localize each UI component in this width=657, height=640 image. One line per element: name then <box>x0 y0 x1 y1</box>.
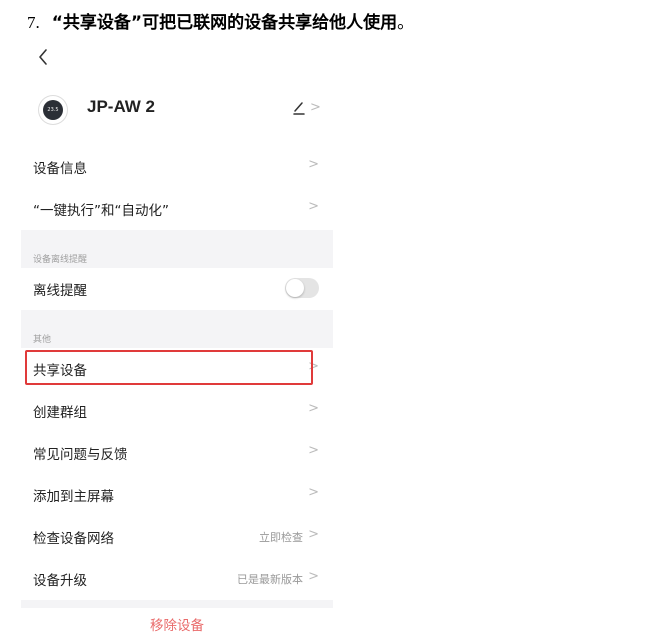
chevron-right-icon: > <box>308 443 319 458</box>
pencil-icon[interactable] <box>292 100 306 116</box>
toggle-knob <box>286 279 304 297</box>
row-label: 添加到主屏幕 <box>33 489 114 505</box>
step-text: “共享设备”可把已联网的设备共享给他人使用 <box>51 13 398 33</box>
row-scenes-automation[interactable]: “一键执行”和“自动化” > <box>21 188 333 230</box>
row-create-group[interactable]: 创建群组 > <box>21 390 333 432</box>
row-device-info[interactable]: 设备信息 > <box>21 146 333 188</box>
section-header-other: 其他 <box>21 310 333 348</box>
avatar-display: 23.5 <box>43 100 63 120</box>
chevron-right-icon: > <box>308 199 319 214</box>
row-value: 立即检查 <box>259 531 303 544</box>
chevron-right-icon: > <box>308 157 319 172</box>
row-share-device[interactable]: 共享设备 > <box>21 348 333 390</box>
row-faq-feedback[interactable]: 常见问题与反馈 > <box>21 432 333 474</box>
device-header[interactable]: 23.5 JP-AW 2 > <box>21 90 333 134</box>
device-name: JP-AW 2 <box>87 97 156 116</box>
back-button[interactable] <box>37 44 57 70</box>
document-heading: 7. “共享设备”可把已联网的设备共享给他人使用。 <box>27 8 414 33</box>
section-header-offline: 设备离线提醒 <box>21 230 333 268</box>
step-number: 7. <box>27 13 40 32</box>
remove-device-button[interactable]: 移除设备 <box>21 614 333 634</box>
section-title: 设备离线提醒 <box>33 255 88 265</box>
row-label: “一键执行”和“自动化” <box>33 203 169 219</box>
device-avatar: 23.5 <box>39 96 67 124</box>
chevron-right-icon: > <box>308 527 319 542</box>
section-title: 其他 <box>33 335 52 345</box>
chevron-right-icon: > <box>308 569 319 584</box>
row-label: 常见问题与反馈 <box>33 447 128 463</box>
row-device-upgrade[interactable]: 设备升级 已是最新版本 > <box>21 558 333 600</box>
section-divider <box>21 600 333 608</box>
offline-alert-toggle[interactable] <box>285 278 319 298</box>
row-label: 设备升级 <box>33 573 87 589</box>
row-label: 设备信息 <box>33 161 87 177</box>
row-label: 检查设备网络 <box>33 531 114 547</box>
chevron-right-icon: > <box>308 485 319 500</box>
chevron-right-icon: > <box>310 100 321 115</box>
row-value: 已是最新版本 <box>237 573 303 586</box>
phone-screenshot: 23.5 JP-AW 2 > 设备信息 > “一键执行”和“自动化” > 设备离… <box>21 40 333 640</box>
row-check-network[interactable]: 检查设备网络 立即检查 > <box>21 516 333 558</box>
chevron-right-icon: > <box>308 401 319 416</box>
step-end: 。 <box>397 13 415 33</box>
chevron-right-icon: > <box>308 359 319 374</box>
chevron-left-icon <box>39 49 47 65</box>
row-label: 创建群组 <box>33 405 87 421</box>
row-label: 共享设备 <box>33 363 87 379</box>
row-offline-alert: 离线提醒 <box>21 268 333 310</box>
row-label: 离线提醒 <box>33 283 87 299</box>
row-add-to-home[interactable]: 添加到主屏幕 > <box>21 474 333 516</box>
